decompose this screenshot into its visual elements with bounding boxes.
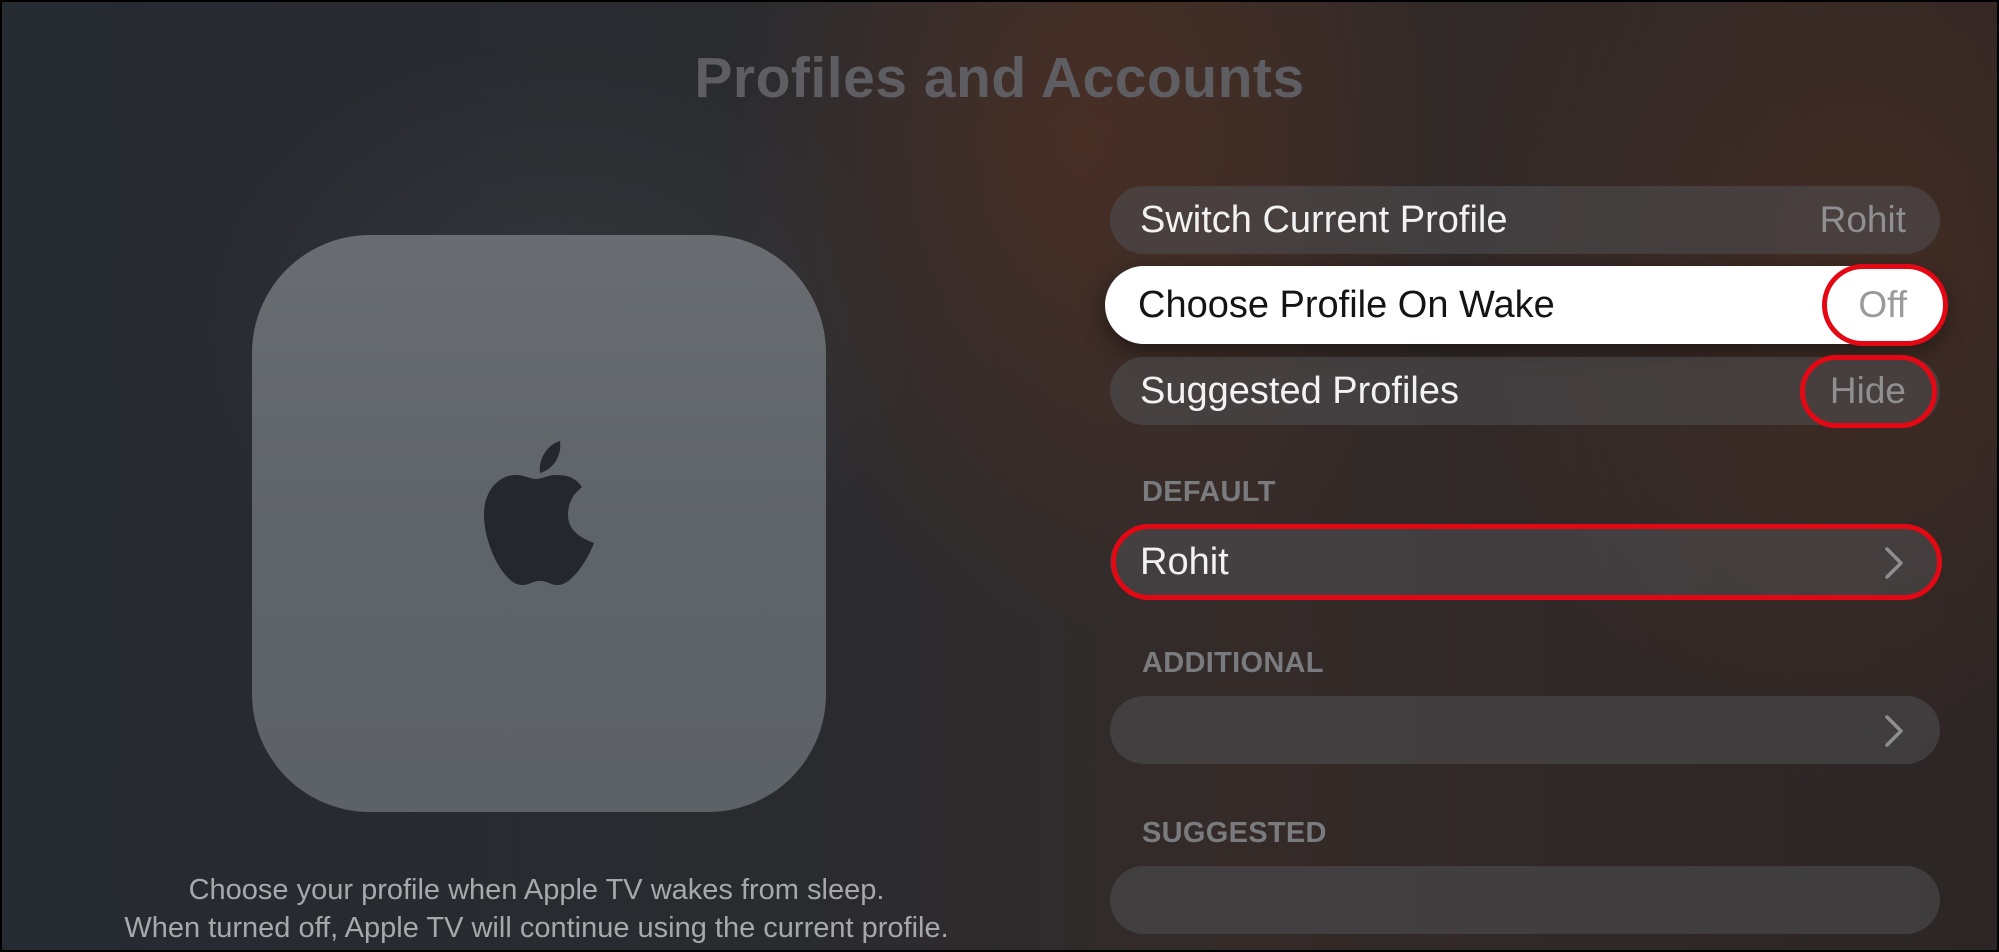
row-label: Choose Profile On Wake xyxy=(1138,284,1555,326)
chevron-right-icon xyxy=(1885,547,1903,579)
row-value: Hide xyxy=(1829,370,1906,411)
description-line-2: When turned off, Apple TV will continue … xyxy=(124,912,949,944)
page-title: Profiles and Accounts xyxy=(694,46,1305,110)
row-label: Rohit xyxy=(1140,541,1229,583)
default-profile-row[interactable]: Rohit xyxy=(1110,528,1940,596)
additional-profile-row[interactable] xyxy=(1110,696,1940,764)
switch-current-profile-row[interactable]: Switch Current Profile Rohit xyxy=(1110,186,1940,254)
apple-logo-icon xyxy=(484,441,594,585)
apple-tv-device-image xyxy=(252,235,826,812)
choose-profile-on-wake-row[interactable]: Choose Profile On Wake Off xyxy=(1105,266,1945,344)
suggested-profiles-row[interactable]: Suggested Profiles Hide xyxy=(1110,357,1940,425)
chevron-right-icon xyxy=(1885,715,1903,747)
suggested-profile-row[interactable] xyxy=(1110,866,1940,934)
description-line-1: Choose your profile when Apple TV wakes … xyxy=(188,874,885,906)
default-section-header: DEFAULT xyxy=(1142,476,1276,508)
row-value: Off xyxy=(1858,284,1907,325)
additional-section-header: ADDITIONAL xyxy=(1142,647,1324,679)
suggested-section-header: SUGGESTED xyxy=(1142,817,1327,849)
row-value: Rohit xyxy=(1819,199,1906,240)
row-label: Suggested Profiles xyxy=(1140,370,1459,412)
row-label: Switch Current Profile xyxy=(1140,199,1508,241)
